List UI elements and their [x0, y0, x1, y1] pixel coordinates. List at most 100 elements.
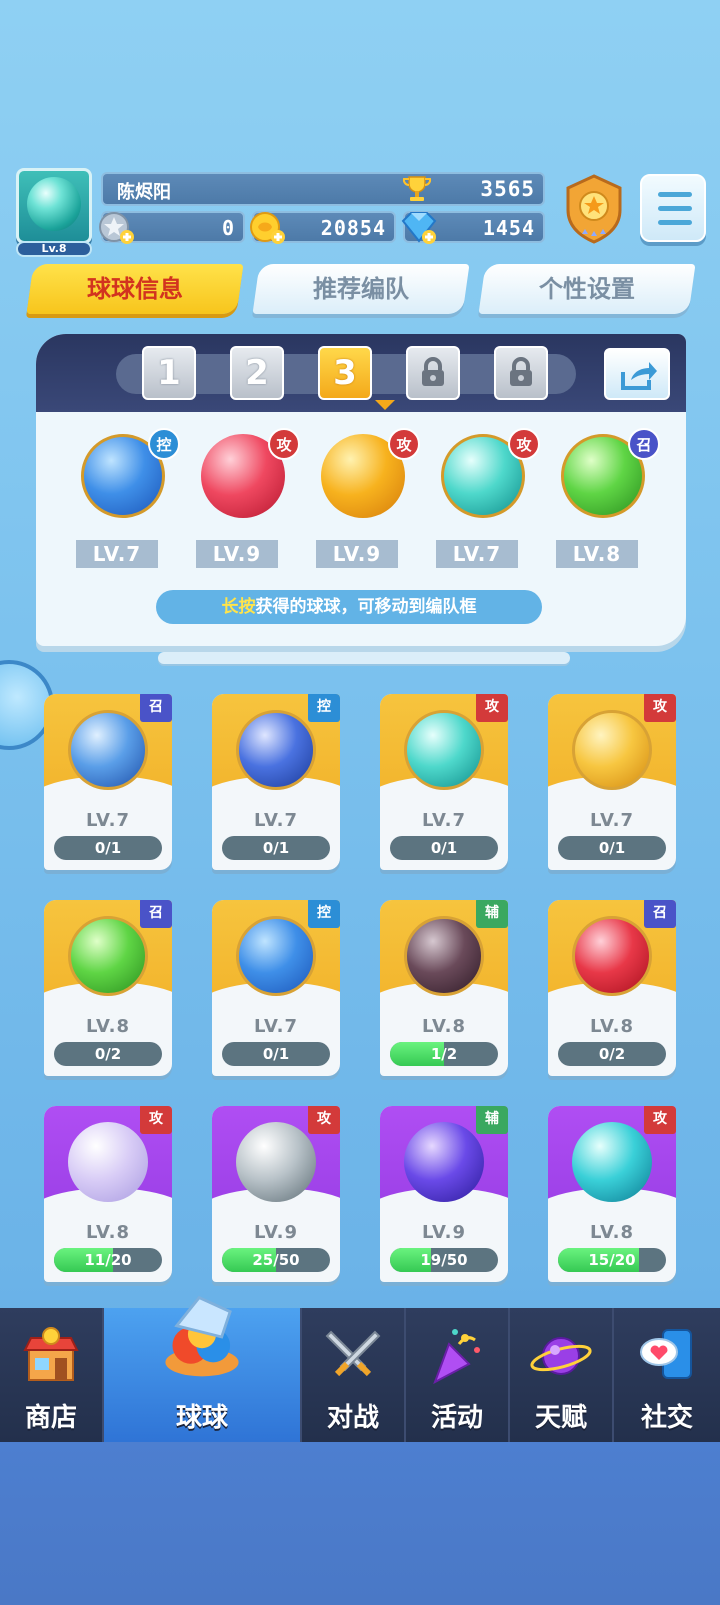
- team-ball-1[interactable]: 控 LV.7: [66, 428, 180, 574]
- type-badge: 攻: [508, 428, 540, 460]
- crossed-swords-icon: [325, 1330, 381, 1377]
- ball-card[interactable]: 召 LV.8 0/2: [548, 900, 676, 1076]
- cannon-ball-icon: [572, 916, 652, 996]
- progress-bar: 19/50: [390, 1248, 498, 1272]
- ball-level: LV.7: [590, 810, 634, 831]
- team-slot-locked[interactable]: [406, 346, 460, 400]
- planet-icon: [530, 1337, 592, 1375]
- panel-shelf: [158, 652, 570, 664]
- progress-text: 1/2: [430, 1045, 458, 1063]
- hexagram-ball-icon: [68, 916, 148, 996]
- swirl-ball-icon: [68, 710, 148, 790]
- progress-bar: 0/1: [390, 836, 498, 860]
- nav-shop[interactable]: 商店: [0, 1308, 104, 1442]
- team-ball-4[interactable]: 攻 LV.7: [426, 428, 540, 574]
- ball-level: LV.7: [254, 1016, 298, 1037]
- trophy-count: 3565: [480, 177, 535, 201]
- tab-recommended-team[interactable]: 推荐编队: [252, 264, 470, 314]
- background-footer: [0, 1442, 720, 1605]
- ball-card[interactable]: 攻 LV.8 15/20: [548, 1106, 676, 1282]
- tab-personal-settings[interactable]: 个性设置: [478, 264, 696, 314]
- menu-button[interactable]: [640, 174, 706, 242]
- ball-level: LV.7: [422, 810, 466, 831]
- progress-text: 0/2: [598, 1045, 626, 1063]
- type-badge: 控: [308, 694, 340, 722]
- clock-ball-icon: [236, 710, 316, 790]
- progress-text: 0/1: [94, 839, 122, 857]
- ball-card[interactable]: 控 LV.7 0/1: [212, 900, 340, 1076]
- menu-line: [658, 192, 692, 197]
- type-badge: 攻: [476, 694, 508, 722]
- progress-bar: 0/1: [558, 836, 666, 860]
- type-badge: 召: [628, 428, 660, 460]
- gem-value: 1454: [482, 216, 535, 240]
- nav-balls[interactable]: 球球: [104, 1295, 302, 1442]
- team-slot-1[interactable]: 1: [142, 346, 196, 400]
- player-level: Lv.8: [16, 241, 92, 257]
- gold-value: 20854: [320, 216, 386, 240]
- type-badge: 控: [148, 428, 180, 460]
- ball-level: LV.9: [196, 540, 278, 568]
- gold-coin-icon: [250, 212, 285, 244]
- ball-level: LV.7: [76, 540, 158, 568]
- ball-card[interactable]: 控 LV.7 0/1: [212, 694, 340, 870]
- resource-gem[interactable]: 1454: [401, 211, 545, 244]
- player-avatar[interactable]: [16, 168, 92, 244]
- nav-social[interactable]: 社交: [614, 1308, 720, 1442]
- team-ball-5[interactable]: 召 LV.8: [546, 428, 660, 574]
- ball-card[interactable]: 辅 LV.8 1/2: [380, 900, 508, 1076]
- type-badge: 攻: [644, 694, 676, 722]
- lock-icon: [422, 357, 444, 386]
- type-badge: 攻: [140, 1106, 172, 1134]
- nav-label: 社交: [640, 1403, 693, 1433]
- share-icon: [621, 362, 657, 390]
- progress-bar: 0/1: [54, 836, 162, 860]
- progress-bar: 1/2: [390, 1042, 498, 1066]
- nav-label: 对战: [326, 1403, 379, 1433]
- ball-card[interactable]: 攻 LV.7 0/1: [548, 694, 676, 870]
- ball-level: LV.8: [86, 1222, 130, 1243]
- ball-card[interactable]: 攻 LV.9 25/50: [212, 1106, 340, 1282]
- ball-level: LV.7: [86, 810, 130, 831]
- team-ball-3[interactable]: 攻 LV.9: [306, 428, 420, 574]
- tab-ball-info[interactable]: 球球信息: [26, 264, 244, 314]
- vortex-ball-icon: [572, 1122, 652, 1202]
- hint-banner: 长按获得的球球，可移动到编队框: [156, 590, 542, 624]
- tab-label: 个性设置: [539, 275, 635, 303]
- team-ball-2[interactable]: 攻 LV.9: [186, 428, 300, 574]
- team-slot-2[interactable]: 2: [230, 346, 284, 400]
- menu-line: [658, 220, 692, 225]
- nav-events[interactable]: 活动: [406, 1308, 510, 1442]
- team-slot-locked[interactable]: [494, 346, 548, 400]
- resource-star-value: 0: [221, 216, 235, 240]
- hint-highlight: 长按: [221, 597, 256, 617]
- progress-text: 25/50: [252, 1251, 300, 1269]
- avatar-orb-icon: [27, 177, 81, 231]
- balls-icon: [165, 1295, 239, 1377]
- type-badge: 召: [140, 900, 172, 928]
- shop-icon: [23, 1327, 79, 1381]
- progress-text: 0/1: [430, 839, 458, 857]
- rank-badge-icon[interactable]: [560, 172, 628, 246]
- nav-talent[interactable]: 天赋: [510, 1308, 614, 1442]
- ball-card[interactable]: 辅 LV.9 19/50: [380, 1106, 508, 1282]
- ball-card[interactable]: 攻 LV.8 11/20: [44, 1106, 172, 1282]
- ball-level: LV.9: [316, 540, 398, 568]
- resource-star[interactable]: 0: [99, 211, 245, 244]
- progress-bar: 0/1: [222, 836, 330, 860]
- share-button[interactable]: [604, 348, 670, 400]
- ball-card[interactable]: 召 LV.7 0/1: [44, 694, 172, 870]
- team-panel: 1 2 3 控 LV.7 攻 LV.9 攻 LV.9 攻 LV.7 召 LV.8…: [36, 334, 686, 646]
- ball-card[interactable]: 攻 LV.7 0/1: [380, 694, 508, 870]
- nav-battle[interactable]: 对战: [302, 1308, 406, 1442]
- progress-text: 15/20: [588, 1251, 636, 1269]
- ball-card[interactable]: 召 LV.8 0/2: [44, 900, 172, 1076]
- ball-level: LV.9: [254, 1222, 298, 1243]
- nav-label: 商店: [24, 1403, 77, 1433]
- team-slot-3[interactable]: 3: [318, 346, 372, 400]
- diamond-icon: [401, 212, 437, 244]
- type-badge: 攻: [308, 1106, 340, 1134]
- bubble-ball-icon: [68, 1122, 148, 1202]
- resource-gold[interactable]: 20854: [250, 211, 396, 244]
- tab-label: 球球信息: [87, 275, 183, 303]
